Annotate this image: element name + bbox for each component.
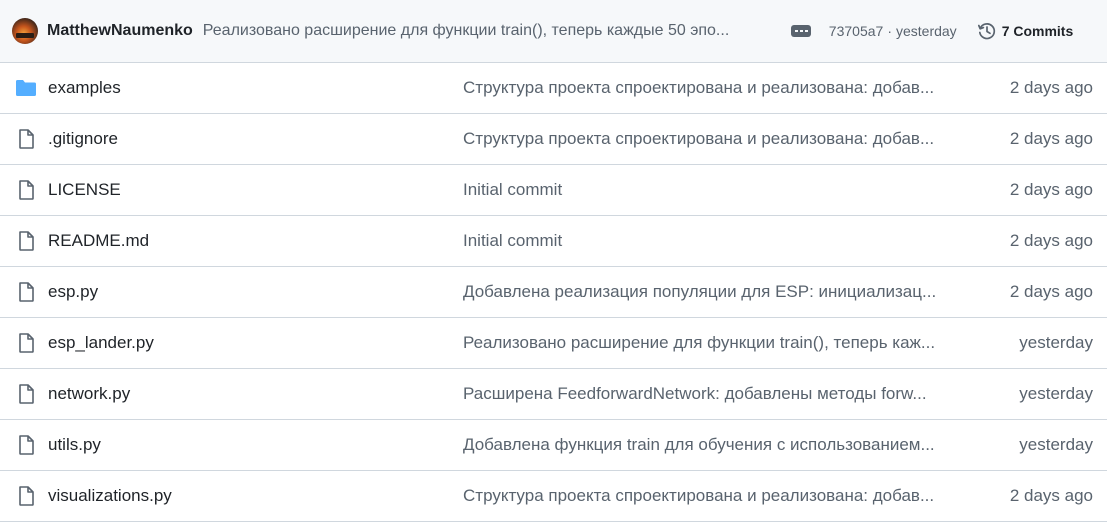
file-icon xyxy=(15,333,37,353)
file-icon xyxy=(15,384,37,404)
file-commit-message-link[interactable]: Структура проекта спроектирована и реали… xyxy=(463,486,945,506)
file-name-link[interactable]: network.py xyxy=(48,384,130,404)
commit-time: yesterday xyxy=(895,23,957,39)
file-name-link[interactable]: visualizations.py xyxy=(48,486,172,506)
file-commit-age: yesterday xyxy=(1019,435,1093,454)
file-browser: MatthewNaumenko Реализовано расширение д… xyxy=(0,0,1107,523)
file-name-link[interactable]: .gitignore xyxy=(48,129,118,149)
file-commit-message-link[interactable]: Initial commit xyxy=(463,231,945,251)
file-commit-message-link[interactable]: Структура проекта спроектирована и реали… xyxy=(463,129,945,149)
file-name-link[interactable]: LICENSE xyxy=(48,180,121,200)
file-icon xyxy=(15,282,37,302)
file-row[interactable]: esp.py Добавлена реализация популяции дл… xyxy=(0,267,1107,318)
file-name-link[interactable]: utils.py xyxy=(48,435,101,455)
file-commit-message-link[interactable]: Добавлена реализация популяции для ESP: … xyxy=(463,282,945,302)
file-commit-message-link[interactable]: Добавлена функция train для обучения с и… xyxy=(463,435,945,455)
file-row[interactable]: esp_lander.py Реализовано расширение для… xyxy=(0,318,1107,369)
file-row[interactable]: examples Структура проекта спроектирован… xyxy=(0,63,1107,114)
file-name-link[interactable]: examples xyxy=(48,78,121,98)
file-commit-message-link[interactable]: Initial commit xyxy=(463,180,945,200)
file-icon xyxy=(15,486,37,506)
file-commit-age: 2 days ago xyxy=(1009,129,1093,148)
file-commit-age: 2 days ago xyxy=(1009,282,1093,301)
commit-sha[interactable]: 73705a7 xyxy=(829,23,884,39)
file-row[interactable]: .gitignore Структура проекта спроектиров… xyxy=(0,114,1107,165)
file-commit-age: yesterday xyxy=(1019,333,1093,352)
latest-commit-message[interactable]: Реализовано расширение для функции train… xyxy=(203,22,773,40)
file-commit-age: 2 days ago xyxy=(1009,180,1093,199)
file-icon xyxy=(15,180,37,200)
separator-dot: · xyxy=(887,23,892,39)
file-name-link[interactable]: esp_lander.py xyxy=(48,333,154,353)
file-commit-message-link[interactable]: Расширена FeedforwardNetwork: добавлены … xyxy=(463,384,945,404)
history-icon xyxy=(977,23,995,40)
file-name-link[interactable]: esp.py xyxy=(48,282,98,302)
file-row[interactable]: visualizations.py Структура проекта спро… xyxy=(0,471,1107,522)
commit-author[interactable]: MatthewNaumenko xyxy=(47,22,193,40)
file-commit-message-link[interactable]: Структура проекта спроектирована и реали… xyxy=(463,78,945,98)
file-commit-age: 2 days ago xyxy=(1009,231,1093,250)
latest-commit-bar: MatthewNaumenko Реализовано расширение д… xyxy=(0,0,1107,63)
file-row[interactable]: utils.py Добавлена функция train для обу… xyxy=(0,420,1107,471)
file-list: examples Структура проекта спроектирован… xyxy=(0,63,1107,522)
file-commit-age: 2 days ago xyxy=(1009,78,1093,97)
file-row[interactable]: LICENSE Initial commit 2 days ago xyxy=(0,165,1107,216)
file-name-link[interactable]: README.md xyxy=(48,231,149,251)
commits-count-label: 7 Commits xyxy=(1001,23,1074,39)
file-icon xyxy=(15,231,37,251)
file-commit-age: 2 days ago xyxy=(1009,486,1093,505)
file-row[interactable]: README.md Initial commit 2 days ago xyxy=(0,216,1107,267)
expand-commit-message-button[interactable] xyxy=(790,25,811,37)
commits-history-link[interactable]: 7 Commits xyxy=(977,21,1074,41)
folder-icon xyxy=(15,78,37,98)
file-icon xyxy=(15,129,37,149)
file-commit-message-link[interactable]: Реализовано расширение для функции train… xyxy=(463,333,945,353)
file-icon xyxy=(15,435,37,455)
avatar[interactable] xyxy=(12,18,38,44)
file-row[interactable]: network.py Расширена FeedforwardNetwork:… xyxy=(0,369,1107,420)
file-commit-age: yesterday xyxy=(1019,384,1093,403)
